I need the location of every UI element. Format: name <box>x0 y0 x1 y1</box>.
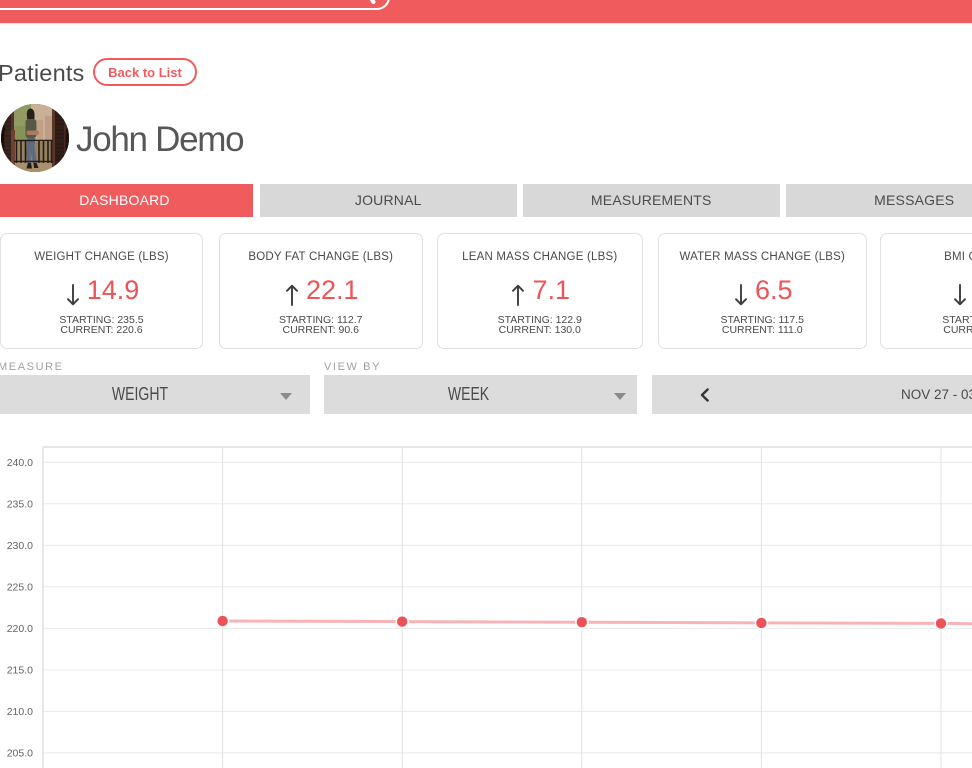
svg-text:205.0: 205.0 <box>7 748 33 760</box>
svg-text:220.0: 220.0 <box>7 623 33 635</box>
svg-text:235.0: 235.0 <box>7 499 33 511</box>
svg-text:240.0: 240.0 <box>7 457 33 469</box>
svg-text:215.0: 215.0 <box>7 665 33 677</box>
svg-text:225.0: 225.0 <box>7 582 33 594</box>
svg-text:210.0: 210.0 <box>7 706 33 718</box>
svg-text:230.0: 230.0 <box>7 540 33 552</box>
